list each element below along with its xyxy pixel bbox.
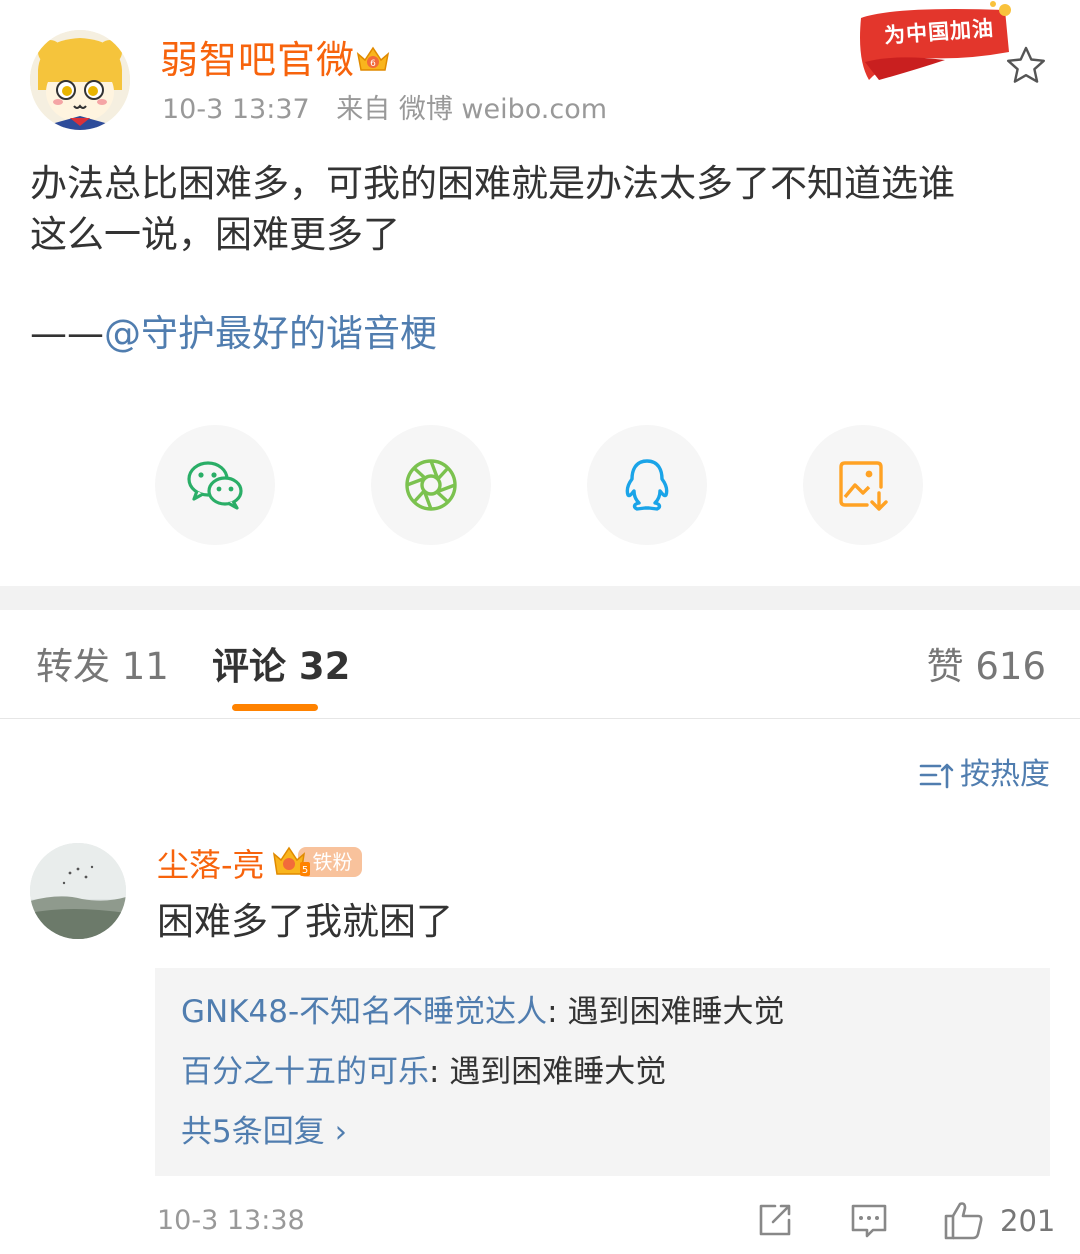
save-image-icon [839, 461, 888, 511]
quote-mention-link[interactable]: @守护最好的谐音梗 [104, 312, 437, 355]
post-body: 办法总比困难多，可我的困难就是办法太多了不知道选谁 这么一说，困难更多了 [30, 158, 1050, 260]
like-thumb-icon[interactable] [942, 1198, 986, 1242]
post-time: 10-3 13:37 [162, 94, 310, 125]
reply-separator: : [429, 1054, 450, 1090]
save-image-button[interactable] [803, 425, 923, 545]
tab-comment[interactable]: 评论 32 [212, 642, 350, 692]
moments-icon [405, 459, 457, 511]
reply-text: 遇到困难睡大觉 [567, 994, 785, 1030]
author-name[interactable]: 弱智吧官微 [160, 36, 355, 84]
sort-by-hot-button[interactable]: 按热度 [918, 755, 1050, 795]
tab-repost[interactable]: 转发 11 [36, 642, 169, 692]
commenter-avatar[interactable] [30, 843, 126, 939]
share-qq-button[interactable] [587, 425, 707, 545]
tab-like[interactable]: 赞 616 [927, 642, 1046, 692]
reply-separator: : [547, 994, 568, 1030]
like-count: 201 [1000, 1204, 1056, 1238]
reply-author[interactable]: GNK48-不知名不睡觉达人 [181, 994, 547, 1030]
fan-badge: 5 铁粉 [272, 842, 364, 882]
weibo-post-page: 弱智吧官微 6 10-3 13:37 来自 微博 weibo.com 为中国加油… [0, 0, 1080, 1254]
quote-prefix: —— [30, 312, 104, 355]
more-replies-link[interactable]: 共5条回复 › [181, 1110, 347, 1154]
fan-badge-label: 铁粉 [312, 850, 353, 874]
comment-time: 10-3 13:38 [157, 1205, 305, 1236]
wechat-icon [187, 461, 243, 510]
reply-preview-box[interactable]: GNK48-不知名不睡觉达人: 遇到困难睡大觉 百分之十五的可乐: 遇到困难睡大… [155, 968, 1050, 1176]
post-meta: 10-3 13:37 来自 微博 weibo.com [162, 92, 607, 128]
reply-item[interactable]: GNK48-不知名不睡觉达人: 遇到困难睡大觉 [181, 990, 784, 1034]
post-text-line-1: 办法总比困难多，可我的困难就是办法太多了不知道选谁 [30, 162, 955, 205]
tabs-divider [0, 718, 1080, 719]
commenter-name[interactable]: 尘落-亮 [157, 843, 265, 887]
author-avatar[interactable] [30, 30, 130, 130]
post-source: 来自 微博 weibo.com [336, 94, 608, 125]
share-moments-button[interactable] [371, 425, 491, 545]
comment-reply-icon[interactable] [847, 1198, 891, 1242]
vip-crown-icon: 6 [356, 46, 390, 71]
reply-author[interactable]: 百分之十五的可乐 [181, 1054, 429, 1090]
post-quote: ——@守护最好的谐音梗 [30, 308, 437, 359]
comment-text: 困难多了我就困了 [157, 900, 453, 943]
promo-ribbon[interactable]: 为中国加油 [855, 0, 1015, 82]
svg-text:6: 6 [370, 59, 376, 69]
repost-icon[interactable] [753, 1198, 797, 1242]
sort-icon [919, 763, 954, 789]
sort-label: 按热度 [960, 757, 1050, 792]
favorite-star-icon[interactable] [1004, 44, 1048, 88]
reply-item[interactable]: 百分之十五的可乐: 遇到困难睡大觉 [181, 1050, 666, 1094]
post-text-line-2: 这么一说，困难更多了 [30, 213, 400, 256]
active-tab-indicator [232, 704, 318, 711]
qq-icon [625, 459, 669, 511]
share-wechat-button[interactable] [155, 425, 275, 545]
section-divider [0, 586, 1080, 610]
reply-text: 遇到困难睡大觉 [449, 1054, 667, 1090]
